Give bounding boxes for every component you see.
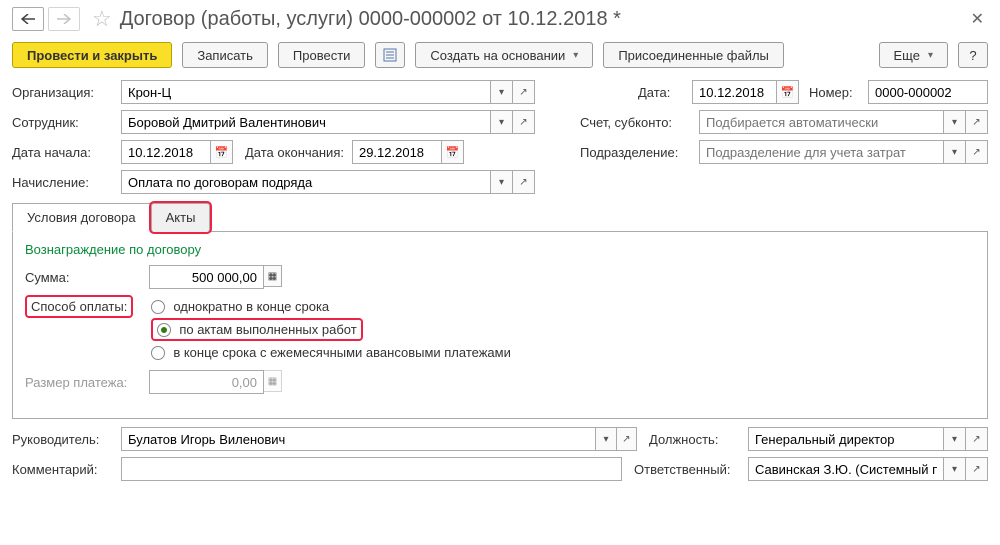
leader-input[interactable]: [121, 427, 596, 451]
open-icon[interactable]: ↗: [513, 110, 535, 134]
employee-input[interactable]: [121, 110, 491, 134]
division-input[interactable]: [699, 140, 944, 164]
calculator-icon[interactable]: ▦: [264, 265, 282, 287]
responsible-label: Ответственный:: [634, 462, 744, 477]
tabs: Условия договора Акты: [12, 202, 988, 232]
post-and-close-button[interactable]: Провести и закрыть: [12, 42, 172, 68]
dropdown-icon[interactable]: ▾: [596, 427, 616, 451]
end-date-label: Дата окончания:: [245, 145, 344, 160]
calendar-icon[interactable]: [777, 80, 799, 104]
accrual-label: Начисление:: [12, 175, 117, 190]
division-label: Подразделение:: [580, 145, 695, 160]
start-date-input[interactable]: [121, 140, 211, 164]
open-icon[interactable]: ↗: [513, 80, 535, 104]
employee-label: Сотрудник:: [12, 115, 117, 130]
date-label: Дата:: [638, 85, 688, 100]
radio-monthly[interactable]: [151, 346, 165, 360]
dropdown-icon[interactable]: ▾: [944, 457, 966, 481]
number-input[interactable]: [868, 80, 988, 104]
dropdown-icon[interactable]: ▾: [944, 427, 966, 451]
number-label: Номер:: [809, 85, 864, 100]
sum-input[interactable]: [149, 265, 264, 289]
open-icon[interactable]: ↗: [966, 457, 988, 481]
calculator-icon: ▦: [264, 370, 282, 392]
dropdown-icon[interactable]: ▾: [944, 110, 966, 134]
nav-forward-button[interactable]: [48, 7, 80, 31]
open-icon[interactable]: ↗: [513, 170, 535, 194]
payment-method-label-highlight: Способ оплаты:: [25, 295, 133, 318]
radio-acts[interactable]: [157, 323, 171, 337]
list-icon: [383, 48, 397, 62]
open-icon[interactable]: ↗: [966, 140, 988, 164]
close-icon[interactable]: ✕: [971, 9, 984, 29]
start-date-label: Дата начала:: [12, 145, 117, 160]
date-input[interactable]: [692, 80, 777, 104]
position-label: Должность:: [649, 432, 744, 447]
section-title: Вознаграждение по договору: [25, 242, 975, 257]
radio-once[interactable]: [151, 300, 165, 314]
save-button[interactable]: Записать: [182, 42, 268, 68]
open-icon[interactable]: ↗: [966, 427, 988, 451]
end-date-input[interactable]: [352, 140, 442, 164]
leader-label: Руководитель:: [12, 432, 117, 447]
payment-size-input: [149, 370, 264, 394]
conditions-panel: Вознаграждение по договору Сумма: ▦ Спос…: [12, 232, 988, 419]
arrow-right-icon: [57, 14, 71, 24]
help-button[interactable]: ?: [958, 42, 988, 68]
movements-button[interactable]: [375, 42, 405, 68]
account-input[interactable]: [699, 110, 944, 134]
open-icon[interactable]: ↗: [617, 427, 637, 451]
accrual-input[interactable]: [121, 170, 491, 194]
comment-input[interactable]: [121, 457, 622, 481]
favorite-star-icon[interactable]: ☆: [92, 6, 112, 32]
position-input[interactable]: [748, 427, 944, 451]
payment-size-label: Размер платежа:: [25, 375, 145, 390]
calendar-icon[interactable]: [211, 140, 233, 164]
sum-label: Сумма:: [25, 270, 145, 285]
organization-label: Организация:: [12, 85, 117, 100]
radio-once-label: однократно в конце срока: [173, 299, 329, 314]
attachments-button[interactable]: Присоединенные файлы: [603, 42, 784, 68]
radio-acts-label: по актам выполненных работ: [179, 322, 356, 337]
payment-method-label: Способ оплаты:: [31, 299, 127, 314]
tab-conditions[interactable]: Условия договора: [12, 203, 151, 232]
page-title: Договор (работы, услуги) 0000-000002 от …: [120, 8, 967, 31]
create-based-on-button[interactable]: Создать на основании: [415, 42, 593, 68]
dropdown-icon[interactable]: ▾: [491, 110, 513, 134]
dropdown-icon[interactable]: ▾: [491, 170, 513, 194]
open-icon[interactable]: ↗: [966, 110, 988, 134]
responsible-input[interactable]: [748, 457, 944, 481]
radio-acts-highlight: по актам выполненных работ: [151, 318, 362, 341]
nav-back-button[interactable]: [12, 7, 44, 31]
tab-acts[interactable]: Акты: [151, 203, 211, 232]
arrow-left-icon: [21, 14, 35, 24]
radio-monthly-label: в конце срока с ежемесячными авансовыми …: [173, 345, 511, 360]
dropdown-icon[interactable]: ▾: [491, 80, 513, 104]
account-label: Счет, субконто:: [580, 115, 695, 130]
post-button[interactable]: Провести: [278, 42, 366, 68]
more-button[interactable]: Еще: [879, 42, 948, 68]
calendar-icon[interactable]: [442, 140, 464, 164]
organization-input[interactable]: [121, 80, 491, 104]
dropdown-icon[interactable]: ▾: [944, 140, 966, 164]
comment-label: Комментарий:: [12, 462, 117, 477]
